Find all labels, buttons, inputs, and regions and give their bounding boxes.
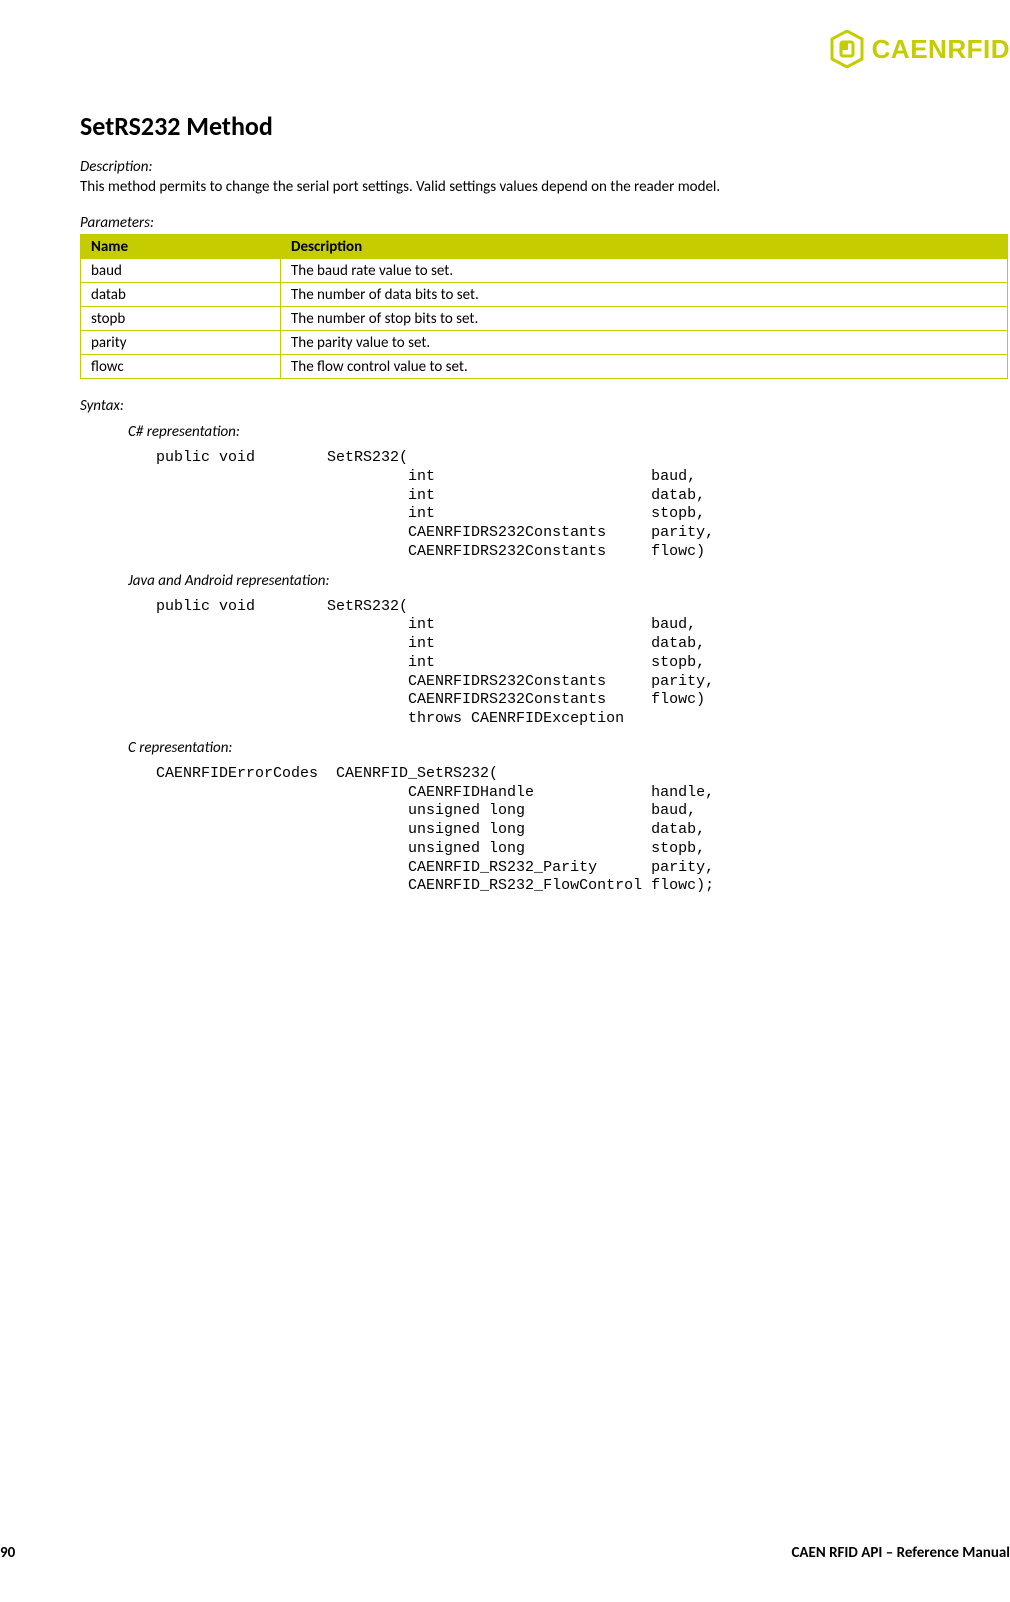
- param-desc: The parity value to set.: [281, 331, 1008, 355]
- page-number: 90: [0, 1544, 15, 1562]
- param-name: datab: [81, 283, 281, 307]
- table-row: parity The parity value to set.: [81, 331, 1008, 355]
- col-header-desc: Description: [281, 235, 1008, 259]
- param-desc: The number of stop bits to set.: [281, 307, 1008, 331]
- param-desc: The number of data bits to set.: [281, 283, 1008, 307]
- java-label: Java and Android representation:: [128, 572, 1008, 590]
- brand-logo: CAENRFID: [830, 30, 1010, 68]
- java-code: public void SetRS232( int baud, int data…: [156, 598, 1008, 729]
- param-name: baud: [81, 259, 281, 283]
- parameters-label: Parameters:: [80, 214, 1008, 232]
- c-label: C representation:: [128, 739, 1008, 757]
- col-header-name: Name: [81, 235, 281, 259]
- page-title: SetRS232 Method: [80, 110, 1008, 142]
- footer-title: CAEN RFID API – Reference Manual: [791, 1544, 1010, 1562]
- c-code: CAENRFIDErrorCodes CAENRFID_SetRS232( CA…: [156, 765, 1008, 896]
- page-content: SetRS232 Method Description: This method…: [80, 30, 1008, 896]
- table-row: flowc The flow control value to set.: [81, 355, 1008, 379]
- page-footer: 90 CAEN RFID API – Reference Manual: [0, 1544, 1010, 1562]
- parameters-table: Name Description baud The baud rate valu…: [80, 234, 1008, 379]
- param-desc: The flow control value to set.: [281, 355, 1008, 379]
- param-name: parity: [81, 331, 281, 355]
- table-row: datab The number of data bits to set.: [81, 283, 1008, 307]
- table-row: stopb The number of stop bits to set.: [81, 307, 1008, 331]
- table-row: baud The baud rate value to set.: [81, 259, 1008, 283]
- brand-name: CAENRFID: [872, 34, 1010, 65]
- table-header-row: Name Description: [81, 235, 1008, 259]
- param-desc: The baud rate value to set.: [281, 259, 1008, 283]
- csharp-code: public void SetRS232( int baud, int data…: [156, 449, 1008, 562]
- syntax-block: C# representation: public void SetRS232(…: [128, 423, 1008, 896]
- csharp-label: C# representation:: [128, 423, 1008, 441]
- description-label: Description:: [80, 158, 1008, 176]
- param-name: stopb: [81, 307, 281, 331]
- syntax-label: Syntax:: [80, 397, 1008, 415]
- param-name: flowc: [81, 355, 281, 379]
- description-text: This method permits to change the serial…: [80, 178, 1008, 196]
- logo-icon: [830, 30, 864, 68]
